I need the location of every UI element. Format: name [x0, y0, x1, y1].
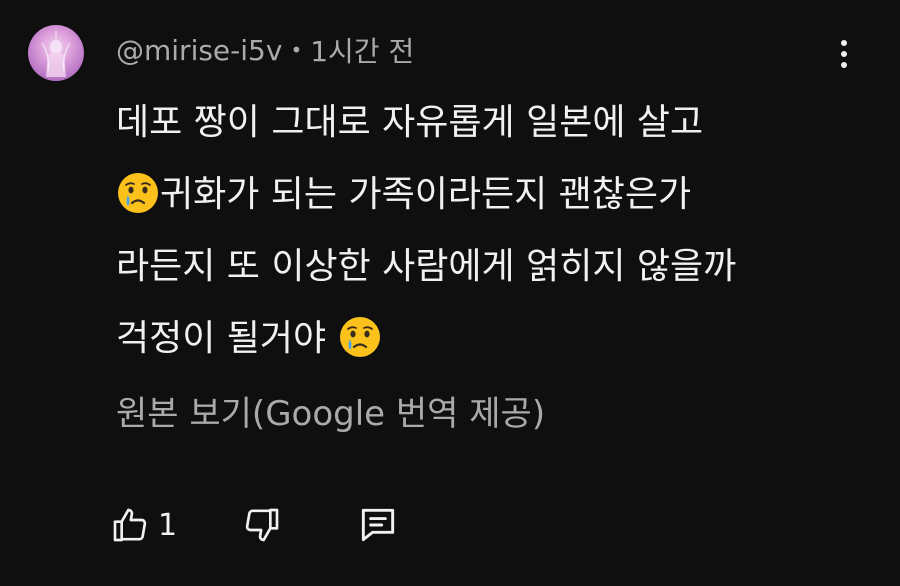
avatar[interactable] [28, 25, 84, 81]
comment-line-1: 데포 짱이 그대로 자유롭게 일본에 살고 [116, 102, 704, 143]
reply-comment-icon [361, 508, 395, 542]
comment-line-4: 걱정이 될거야 [116, 303, 876, 375]
see-original-link[interactable]: 원본 보기(Google 번역 제공) [116, 386, 545, 435]
crying-face-emoji-icon [118, 173, 158, 213]
crying-face-emoji-icon [339, 317, 380, 357]
avatar-image [41, 31, 71, 77]
thumb-up-icon [113, 508, 147, 542]
separator-dot: • [290, 38, 303, 62]
comment-text: 데포 짱이 그대로 자유롭게 일본에 살고 귀화가 되는 가족이라든지 괜찮은가… [116, 87, 876, 375]
comment-card: @mirise-i5v • 1시간 전 데포 짱이 그대로 자유롭게 일본에 살… [0, 0, 900, 586]
comment-line-2: 귀화가 되는 가족이라든지 괜찮은가 [116, 159, 876, 231]
dislike-button[interactable] [242, 500, 282, 550]
author-name[interactable]: @mirise-i5v [116, 34, 282, 67]
like-count: 1 [158, 507, 178, 543]
thumb-down-icon [245, 508, 279, 542]
comment-header: @mirise-i5v • 1시간 전 [116, 30, 414, 70]
reply-button[interactable] [356, 500, 400, 550]
more-vert-icon[interactable] [826, 34, 862, 74]
comment-line-3: 라든지 또 이상한 사람에게 얽히지 않을까 [116, 246, 737, 287]
timestamp[interactable]: 1시간 전 [310, 30, 414, 70]
like-button[interactable]: 1 [110, 500, 177, 550]
